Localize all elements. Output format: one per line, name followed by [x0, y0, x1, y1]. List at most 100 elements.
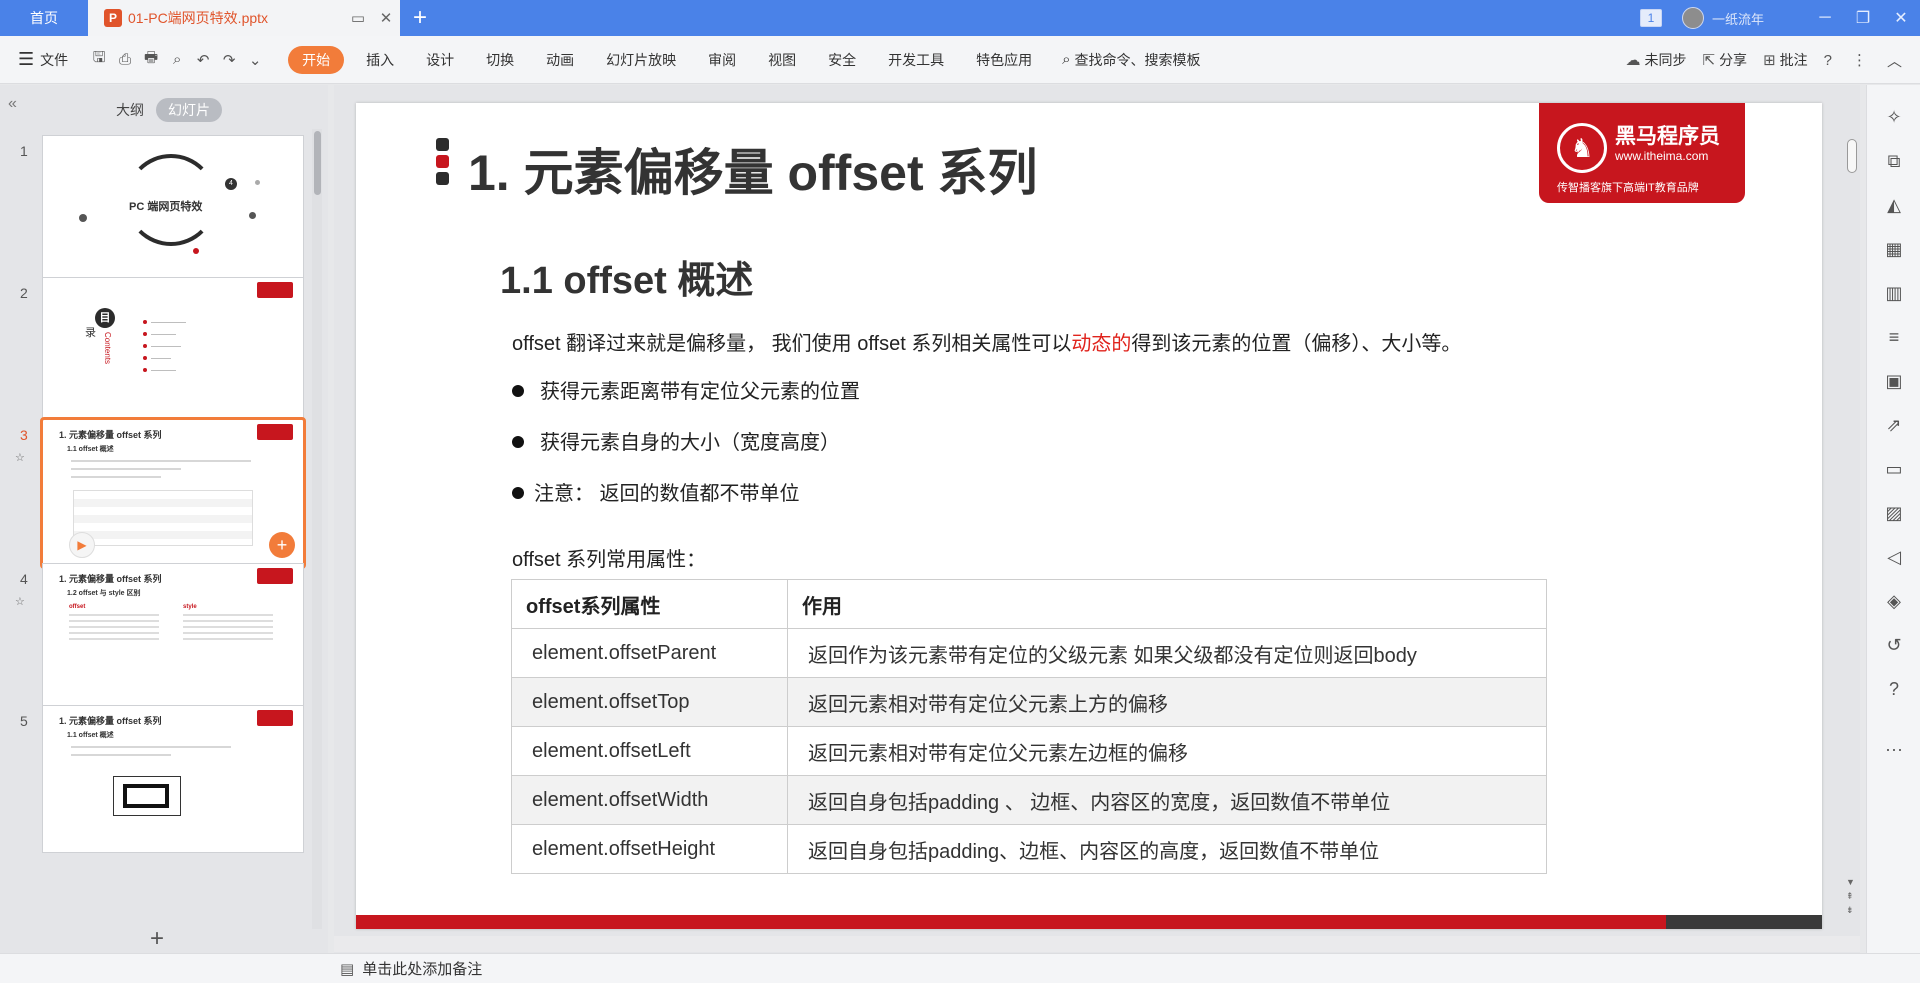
intro-paragraph[interactable]: offset 翻译过来就是偏移量， 我们使用 offset 系列相关属性可以动态…: [512, 327, 1461, 356]
bullet-text: 注意： 返回的数值都不带单位: [534, 483, 800, 505]
close-window-icon[interactable]: ✕: [1882, 8, 1920, 28]
slide-transition-icon[interactable]: ⧉: [1867, 139, 1920, 183]
text-line: [71, 460, 251, 462]
logo-tagline: 传智播客旗下高端IT教育品牌: [1557, 182, 1699, 194]
tab-slideshow[interactable]: 幻灯片放映: [590, 50, 692, 70]
share-button[interactable]: ⇱ 分享: [1702, 50, 1747, 70]
tab-security[interactable]: 安全: [812, 50, 872, 70]
ppt-file-icon: P: [104, 9, 122, 27]
export-icon[interactable]: ⇗: [1867, 403, 1920, 447]
column-heading: style: [183, 604, 197, 610]
add-notes-button[interactable]: ▤ 单击此处添加备注: [340, 958, 482, 979]
intro-text-b: 得到该元素的位置（偏移）、大小等。: [1131, 333, 1462, 355]
help-button[interactable]: ?: [1824, 52, 1836, 69]
archive-icon[interactable]: ▭: [1867, 447, 1920, 491]
title-bar: 首页 P 01-PC端网页特效.pptx ▭ ✕ + 1 一纸流年 ─ ❐ ✕: [0, 0, 1920, 36]
tab-insert[interactable]: 插入: [350, 50, 410, 70]
new-tab-button[interactable]: +: [400, 0, 440, 36]
slide-thumbnail-2[interactable]: 2 目 录 Contents ——————— ————— —————— ————…: [0, 271, 316, 431]
chart-icon[interactable]: ▥: [1867, 271, 1920, 315]
slide-subtitle[interactable]: 1.1 offset 概述: [500, 249, 753, 304]
table-cell-description: 返回自身包括padding、边框、内容区的高度，返回数值不带单位: [787, 824, 1547, 874]
audio-icon[interactable]: ◁: [1867, 535, 1920, 579]
table-cell-property: element.offsetHeight: [511, 824, 788, 874]
add-slide-button[interactable]: +: [150, 925, 164, 953]
export-pdf-icon[interactable]: ⎙: [112, 51, 138, 68]
animation-icon[interactable]: ✧: [1867, 95, 1920, 139]
shape-layers-icon[interactable]: ◭: [1867, 183, 1920, 227]
table-cell-property: element.offsetLeft: [511, 726, 788, 776]
window-count-badge[interactable]: 1: [1639, 9, 1662, 27]
current-slide[interactable]: 1. 元素偏移量 offset 系列 ♞ 黑马程序员 www.itheima.c…: [356, 103, 1822, 929]
slide-thumbnail-3[interactable]: 3 ☆ 1. 元素偏移量 offset 系列 1.1 offset 概述 ▶ +: [0, 413, 316, 573]
ribbon-toolbar: ☰ 文件 🖫 ⎙ 🖶 ⌕ ↶ ↷ ⌄ 开始 插入 设计 切换 动画 幻灯片放映 …: [0, 36, 1920, 84]
print-preview-icon[interactable]: ⌕: [164, 51, 190, 68]
undo-icon[interactable]: ↶: [190, 51, 216, 69]
slide-number: 5: [20, 713, 28, 729]
bullet-item[interactable]: 注意： 返回的数值都不带单位: [512, 477, 800, 506]
tab-slides[interactable]: 幻灯片: [156, 98, 222, 122]
minimize-icon[interactable]: ─: [1806, 9, 1844, 27]
tab-developer[interactable]: 开发工具: [872, 50, 960, 70]
redo-icon[interactable]: ↷: [216, 51, 242, 69]
table-cell-property: element.offsetWidth: [511, 775, 788, 825]
customize-dropdown-icon[interactable]: ⌄: [242, 51, 268, 69]
animation-star-icon: ☆: [15, 596, 25, 608]
slide-horizontal-scrollbar[interactable]: [334, 936, 1860, 952]
slide-badge: 4: [225, 178, 237, 190]
play-slide-icon[interactable]: ▶: [69, 532, 95, 558]
avatar[interactable]: [1681, 7, 1704, 29]
save-icon[interactable]: 🖫: [86, 47, 112, 72]
more-horizontal-icon[interactable]: ···: [1867, 727, 1920, 771]
file-menu-button[interactable]: ☰ 文件: [18, 49, 68, 70]
table-label[interactable]: offset 系列常用属性：: [512, 543, 706, 572]
print-icon[interactable]: 🖶: [138, 47, 164, 72]
scroll-arrows[interactable]: ▼ ⇞ ⇟: [1846, 875, 1855, 917]
tab-features[interactable]: 特色应用: [960, 50, 1048, 70]
bullet-item[interactable]: 获得元素距离带有定位父元素的位置: [512, 375, 860, 404]
slide-number: 1: [20, 143, 28, 159]
slide-vertical-scrollbar[interactable]: ▼ ⇞ ⇟: [1844, 85, 1860, 953]
picture-gallery-icon[interactable]: ▣: [1867, 359, 1920, 403]
brand-logo-mini: [257, 710, 293, 726]
add-slide-icon[interactable]: +: [269, 532, 295, 558]
thumbnail-scrollbar[interactable]: [312, 129, 322, 929]
tab-review[interactable]: 审阅: [692, 50, 752, 70]
home-tab[interactable]: 首页: [0, 0, 88, 36]
tab-outline[interactable]: 大纲: [104, 98, 156, 122]
slide-thumbnail-1[interactable]: 1 4 PC 端网页特效: [0, 129, 316, 289]
title-bar-right: 1 一纸流年 ─ ❐ ✕: [1639, 0, 1920, 36]
help-circle-icon[interactable]: ?: [1867, 667, 1920, 711]
offset-properties-table[interactable]: offset系列属性 作用 element.offsetParent 返回作为该…: [511, 579, 1547, 874]
comment-button[interactable]: ⊞ 批注: [1763, 50, 1808, 70]
command-search[interactable]: ⌕ 查找命令、搜索模板: [1062, 50, 1200, 70]
more-button[interactable]: ⋮: [1852, 51, 1871, 69]
scrollbar-thumb[interactable]: [1847, 139, 1857, 173]
tab-home[interactable]: 开始: [288, 45, 345, 74]
layout-grid-icon[interactable]: ▦: [1867, 227, 1920, 271]
document-tab[interactable]: P 01-PC端网页特效.pptx ▭ ✕: [88, 0, 400, 36]
collapse-panel-icon[interactable]: «: [8, 95, 17, 113]
tab-design[interactable]: 设计: [410, 50, 470, 70]
backup-shield-icon[interactable]: ◈: [1867, 579, 1920, 623]
history-icon[interactable]: ↺: [1867, 623, 1920, 667]
tab-transitions[interactable]: 切换: [470, 50, 530, 70]
decor-dot: [193, 248, 199, 254]
tab-view[interactable]: 视图: [752, 50, 812, 70]
restore-icon[interactable]: ❐: [1844, 8, 1882, 28]
slide-thumbnail-4[interactable]: 4 ☆ 1. 元素偏移量 offset 系列 1.2 offset 与 styl…: [0, 557, 316, 717]
bullet-item[interactable]: 获得元素自身的大小（宽度高度）: [512, 426, 840, 455]
logo-url: www.itheima.com: [1615, 149, 1709, 163]
tab-animations[interactable]: 动画: [530, 50, 590, 70]
close-tab-icon[interactable]: ✕: [372, 9, 400, 27]
slide-thumbnail-5[interactable]: 5 1. 元素偏移量 offset 系列 1.1 offset 概述: [0, 699, 316, 859]
sync-button[interactable]: ☁ 未同步: [1625, 50, 1686, 70]
thumb-table: [73, 490, 253, 546]
bullet-text: 获得元素距离带有定位父元素的位置: [540, 381, 860, 403]
user-name[interactable]: 一纸流年: [1712, 9, 1764, 28]
slide-title[interactable]: 1. 元素偏移量 offset 系列: [468, 133, 1037, 205]
image-icon[interactable]: ▨: [1867, 491, 1920, 535]
settings-sliders-icon[interactable]: ≡: [1867, 315, 1920, 359]
collapse-ribbon-button[interactable]: ︿: [1887, 50, 1906, 71]
float-window-icon[interactable]: ▭: [344, 9, 372, 27]
